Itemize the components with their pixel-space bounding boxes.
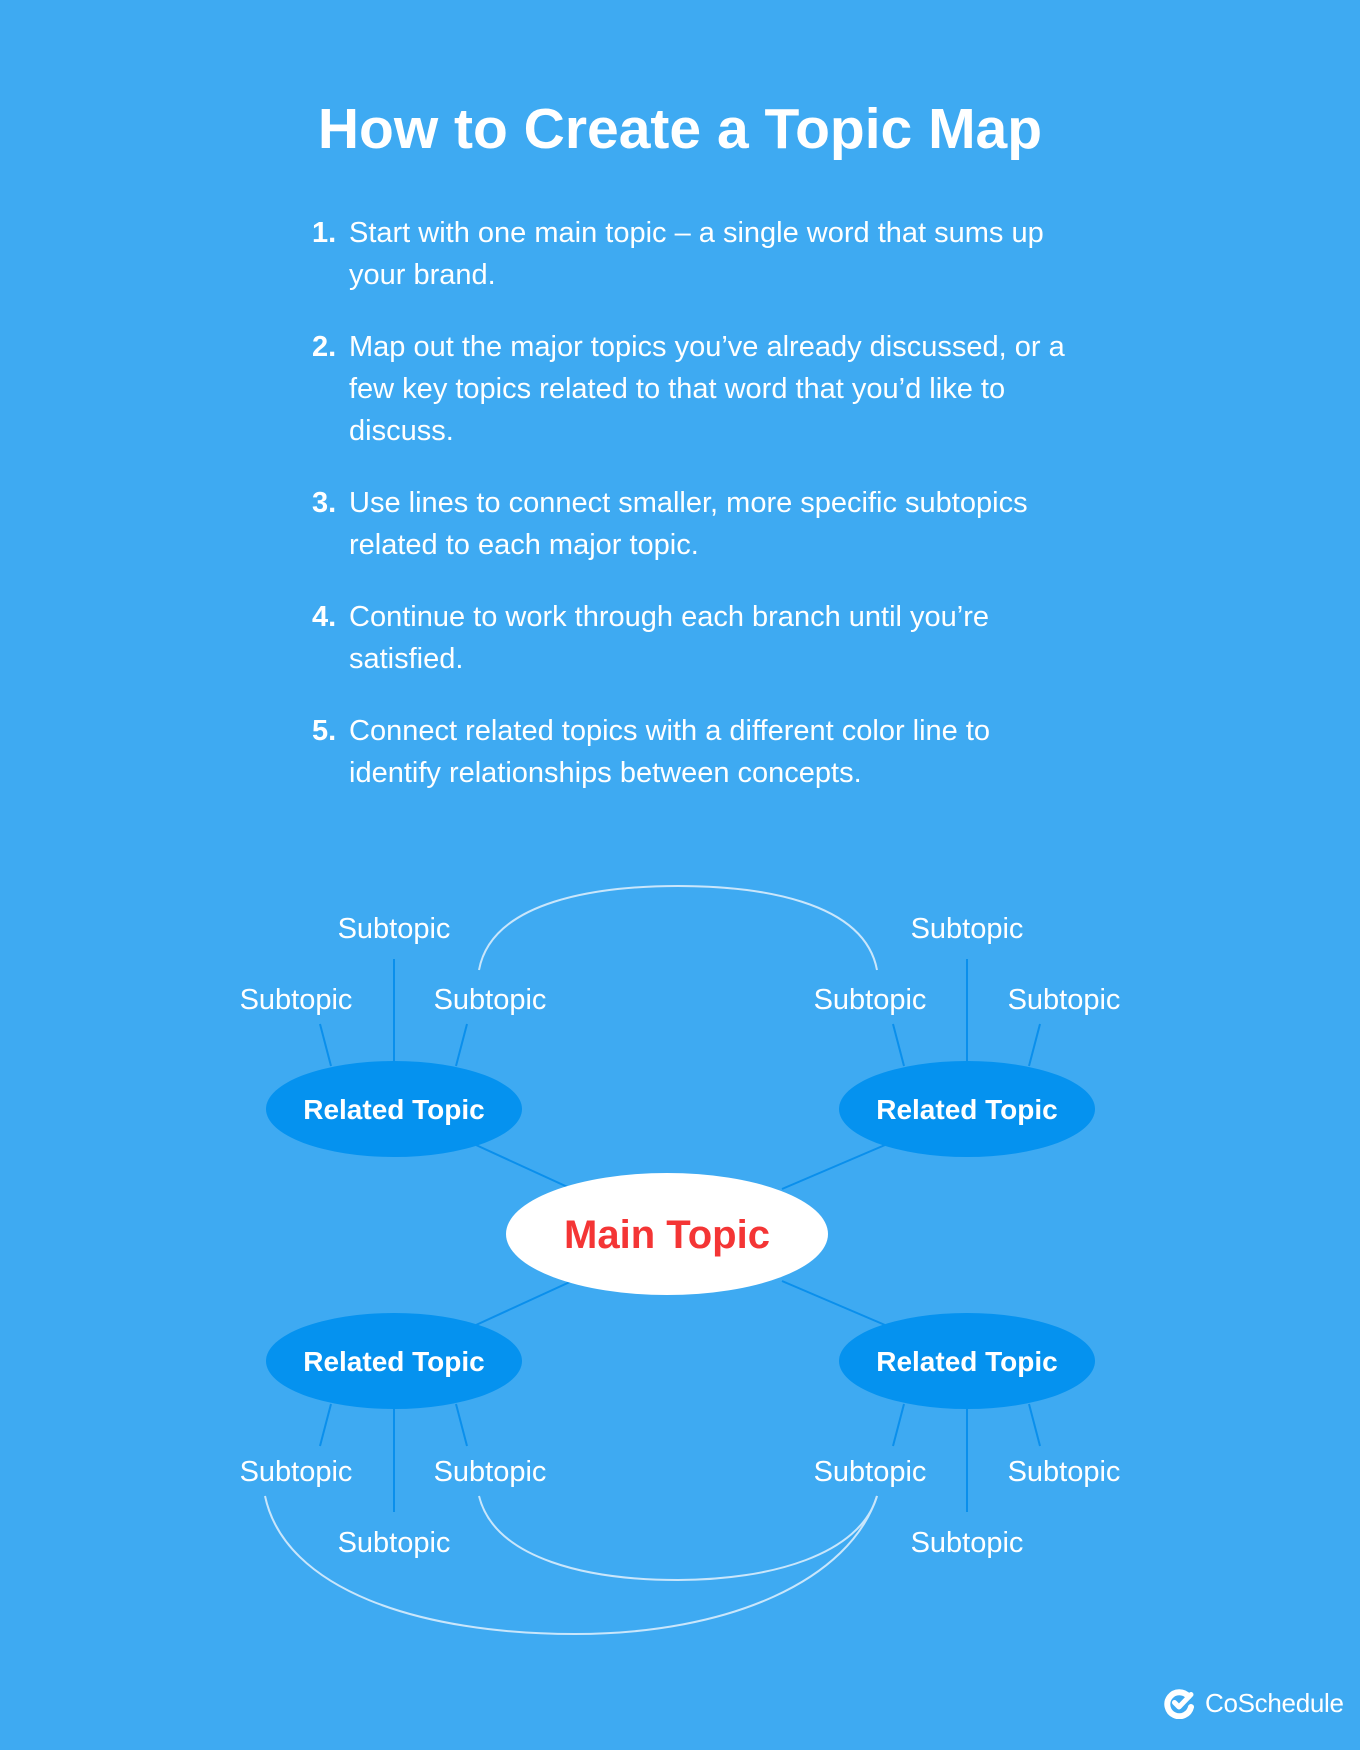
topic-map-diagram: Related Topic Related Topic Related Topi… — [240, 884, 1121, 1636]
related-topic-label: Related Topic — [303, 1094, 485, 1125]
subtopic-label: Subtopic — [911, 1527, 1024, 1559]
main-topic-node: Main Topic — [506, 1173, 828, 1295]
related-topic-node: Related Topic — [839, 1313, 1095, 1409]
subtopic-label: Subtopic — [338, 1527, 451, 1559]
related-topic-label: Related Topic — [876, 1094, 1058, 1125]
related-topic-node: Related Topic — [839, 1061, 1095, 1157]
main-topic-label: Main Topic — [564, 1213, 770, 1257]
branch-line — [455, 1023, 468, 1067]
subtopic-label: Subtopic — [1008, 1456, 1121, 1488]
related-topic-label: Related Topic — [303, 1346, 485, 1377]
subtopic-label: Subtopic — [240, 1456, 353, 1488]
subtopic-label: Subtopic — [434, 984, 547, 1016]
coschedule-check-icon — [1164, 1689, 1194, 1719]
subtopic-label: Subtopic — [911, 913, 1024, 945]
related-topic-node: Related Topic — [266, 1061, 522, 1157]
main-connector-line — [475, 1144, 573, 1190]
branch-line — [455, 1403, 468, 1447]
subtopic-label: Subtopic — [814, 984, 927, 1016]
brand-logo: CoSchedule — [1164, 1686, 1344, 1720]
main-connector-line — [781, 1144, 886, 1190]
branch-line — [1028, 1023, 1041, 1067]
branch-line — [892, 1023, 905, 1067]
subtopic-label: Subtopic — [1008, 984, 1121, 1016]
subtopic-label: Subtopic — [338, 913, 451, 945]
subtopic-label: Subtopic — [434, 1456, 547, 1488]
branch-line — [1028, 1403, 1041, 1447]
main-connector-line — [781, 1280, 886, 1326]
relationship-arc-top — [478, 884, 878, 971]
related-topic-node: Related Topic — [266, 1313, 522, 1409]
relationship-arc-bottom-inner — [478, 1495, 878, 1582]
subtopic-label: Subtopic — [814, 1456, 927, 1488]
brand-name: CoSchedule — [1205, 1687, 1344, 1718]
subtopic-label: Subtopic — [240, 984, 353, 1016]
branch-line — [319, 1403, 332, 1447]
main-connector-line — [475, 1280, 573, 1326]
branch-line — [319, 1023, 332, 1067]
relationship-arc-bottom-outer — [264, 1495, 878, 1636]
related-topic-label: Related Topic — [876, 1346, 1058, 1377]
branch-line — [892, 1403, 905, 1447]
